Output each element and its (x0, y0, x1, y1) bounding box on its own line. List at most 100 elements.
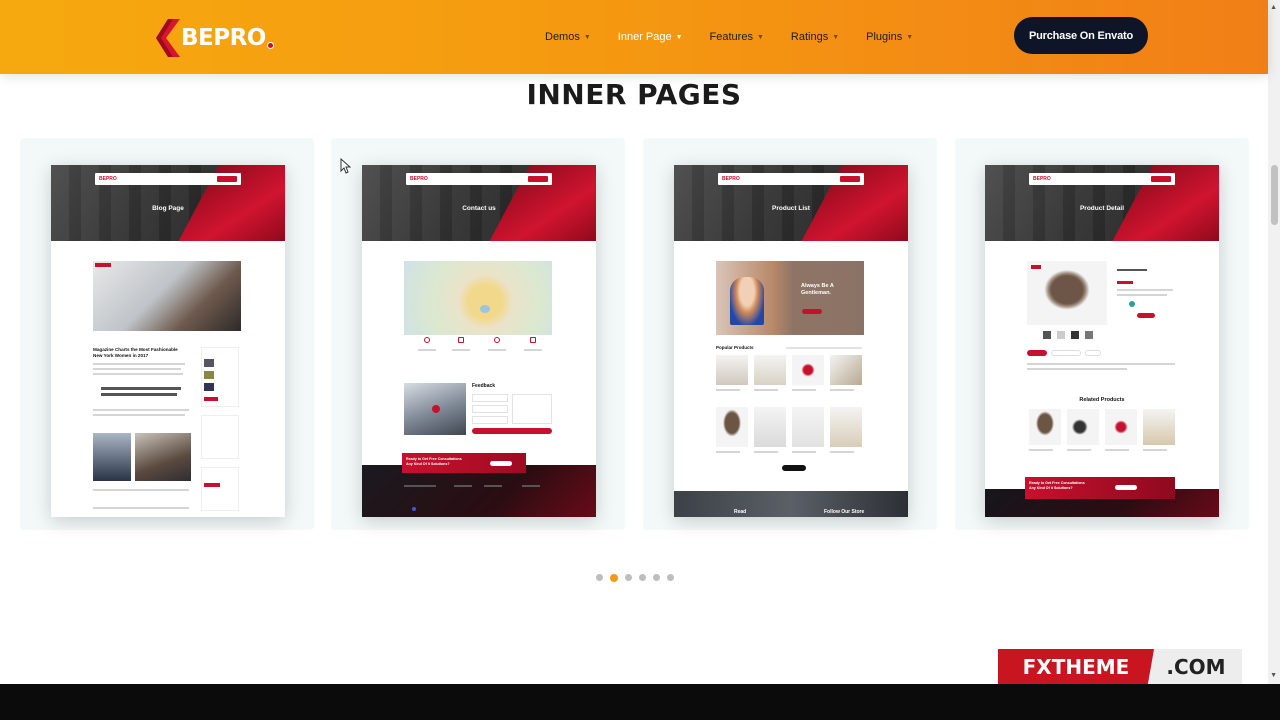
product-thumb[interactable] (830, 355, 862, 385)
cta-button (1115, 485, 1137, 490)
play-icon[interactable] (432, 405, 440, 413)
product-name-line (754, 451, 778, 453)
purchase-button[interactable]: Purchase On Envato (1014, 17, 1148, 54)
form-field[interactable] (472, 405, 508, 413)
scrollbar[interactable]: ▲ ▼ (1268, 0, 1280, 684)
product-thumb-small[interactable] (1085, 331, 1093, 339)
product-name-line (1029, 449, 1053, 451)
card-hero: BEPRO Product List (674, 165, 908, 241)
watermark-right: .COM (1150, 649, 1242, 685)
carousel-dot[interactable] (667, 574, 674, 581)
product-thumb[interactable] (792, 355, 824, 385)
nav-item-ratings[interactable]: Ratings ▼ (791, 31, 839, 43)
widget-thumb (204, 371, 214, 379)
product-thumb[interactable] (792, 407, 824, 447)
product-thumb[interactable] (754, 407, 786, 447)
logo[interactable]: BEPRO (156, 18, 274, 58)
watermark-left: FXTHEME (998, 649, 1154, 685)
color-swatch[interactable] (1129, 301, 1135, 307)
watermark: FXTHEME .COM (998, 649, 1242, 685)
product-thumb-small[interactable] (1071, 331, 1079, 339)
product-title-line (1117, 269, 1147, 271)
scroll-down-icon[interactable]: ▼ (1270, 672, 1277, 679)
mini-navbar: BEPRO (1029, 173, 1175, 185)
load-more-button[interactable] (782, 465, 806, 471)
card-product-list[interactable]: BEPRO Product List Always Be A Gentleman… (674, 165, 908, 517)
carousel-dot-active[interactable] (610, 573, 618, 582)
product-thumb[interactable] (716, 407, 748, 447)
map[interactable] (404, 261, 552, 335)
product-thumb[interactable] (830, 407, 862, 447)
section-title: INNER PAGES (526, 78, 742, 111)
related-thumb[interactable] (1105, 409, 1137, 445)
tab-info[interactable] (1051, 350, 1081, 356)
product-thumb[interactable] (754, 355, 786, 385)
mini-navbar: BEPRO (718, 173, 864, 185)
scroll-up-icon[interactable]: ▲ (1270, 4, 1277, 11)
form-field[interactable] (472, 394, 508, 402)
card-product-detail[interactable]: BEPRO Product Detail Related Products Re… (985, 165, 1219, 517)
footer-read: Read (734, 509, 747, 515)
mini-navbar: BEPRO (95, 173, 241, 185)
product-name-line (792, 451, 816, 453)
card-contact-us[interactable]: BEPRO Contact us Feedback Ready to Get F… (362, 165, 596, 517)
card-hero: BEPRO Contact us (362, 165, 596, 241)
promo-model (730, 277, 764, 325)
nav-item-features[interactable]: Features ▼ (710, 31, 764, 43)
text-line (524, 349, 542, 351)
nav-label: Plugins (866, 31, 903, 43)
product-name-line (792, 389, 816, 391)
card-title: Contact us (462, 205, 496, 212)
product-main-image (1027, 261, 1107, 325)
carousel-dot[interactable] (639, 574, 646, 581)
card-title: Product Detail (1079, 205, 1125, 212)
widget-button (204, 397, 218, 401)
footer-line (404, 485, 436, 487)
text-line (93, 489, 189, 491)
product-name-line (1143, 449, 1167, 451)
carousel-dot[interactable] (596, 574, 603, 581)
carousel-dot[interactable] (653, 574, 660, 581)
text-line (488, 349, 506, 351)
carousel-dot[interactable] (625, 574, 632, 581)
tab-reviews[interactable] (1085, 350, 1101, 356)
chevron-down-icon: ▼ (675, 33, 683, 41)
text-line (93, 414, 185, 416)
product-thumb-small[interactable] (1057, 331, 1065, 339)
text-line (93, 368, 181, 370)
product-thumb-small[interactable] (1043, 331, 1051, 339)
logo-dot-icon (266, 41, 274, 49)
sidebar-widget (201, 467, 239, 511)
text-line (418, 349, 436, 351)
sale-badge (1031, 265, 1041, 269)
card-title: Blog Page (152, 205, 184, 212)
chevron-down-icon: ▼ (583, 33, 591, 41)
social-icon (412, 507, 416, 511)
nav-item-demos[interactable]: Demos ▼ (545, 31, 591, 43)
form-field[interactable] (472, 416, 508, 424)
text-line (1027, 363, 1175, 365)
blog-tag (95, 263, 111, 267)
phone-icon (530, 337, 536, 343)
text-line (1117, 289, 1173, 291)
product-thumb[interactable] (716, 355, 748, 385)
scroll-thumb[interactable] (1271, 165, 1278, 225)
blog-photo-2 (135, 433, 191, 481)
feedback-heading: Feedback (472, 383, 496, 389)
related-thumb[interactable] (1067, 409, 1099, 445)
tab-description[interactable] (1027, 350, 1047, 356)
submit-button[interactable] (472, 428, 552, 434)
promo-button (802, 309, 822, 314)
related-thumb[interactable] (1143, 409, 1175, 445)
filter-tabs (786, 347, 862, 349)
related-thumb[interactable] (1029, 409, 1061, 445)
location-icon (424, 337, 430, 343)
text-line (93, 373, 183, 375)
message-field[interactable] (512, 394, 552, 424)
card-blog-page[interactable]: BEPRO Blog Page Magazine Charts the Most… (51, 165, 285, 517)
related-heading: Related Products (1079, 397, 1125, 403)
footer-line (484, 485, 502, 487)
add-to-cart-button[interactable] (1137, 313, 1155, 318)
nav-item-plugins[interactable]: Plugins ▼ (866, 31, 913, 43)
nav-item-inner-page[interactable]: Inner Page ▼ (618, 31, 683, 43)
